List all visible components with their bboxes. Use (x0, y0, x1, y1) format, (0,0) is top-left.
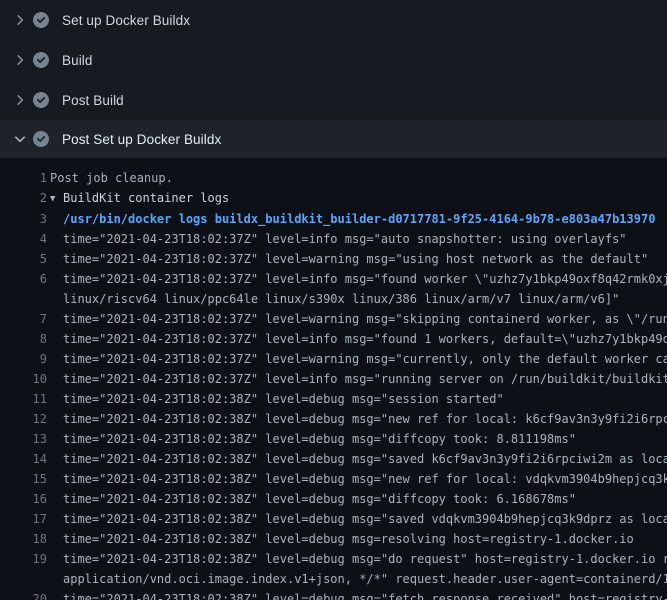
log-line: 3/usr/bin/docker logs buildx_buildkit_bu… (0, 209, 667, 229)
log-line-text: time="2021-04-23T18:02:37Z" level=warnin… (47, 309, 667, 329)
log-line: 14time="2021-04-23T18:02:38Z" level=debu… (0, 449, 667, 469)
log-line-number[interactable]: 18 (0, 529, 47, 549)
step-header-post-build[interactable]: Post Build (0, 80, 667, 120)
step-label: Post Set up Docker Buildx (62, 132, 221, 147)
log-viewer: 1Post job cleanup.2▼BuildKit container l… (0, 158, 667, 600)
log-line-text: time="2021-04-23T18:02:37Z" level=info m… (47, 269, 667, 289)
chevron-down-icon[interactable] (12, 131, 28, 147)
log-line: 20time="2021-04-23T18:02:38Z" level=debu… (0, 589, 667, 600)
log-line-number[interactable]: 20 (0, 589, 47, 600)
log-line-number[interactable]: 1 (0, 168, 47, 188)
log-line-text: time="2021-04-23T18:02:38Z" level=debug … (47, 529, 634, 549)
log-line: 13time="2021-04-23T18:02:38Z" level=debu… (0, 429, 667, 449)
log-line: 1Post job cleanup. (0, 168, 667, 188)
log-line-text: time="2021-04-23T18:02:38Z" level=debug … (47, 449, 667, 469)
log-line-number[interactable]: 5 (0, 249, 47, 269)
log-line: 8time="2021-04-23T18:02:37Z" level=info … (0, 329, 667, 349)
log-line-text: time="2021-04-23T18:02:38Z" level=debug … (47, 489, 576, 509)
log-line-continuation: linux/riscv64 linux/ppc64le linux/s390x … (0, 289, 667, 309)
log-line-text: time="2021-04-23T18:02:38Z" level=debug … (47, 549, 667, 569)
log-line: 7time="2021-04-23T18:02:37Z" level=warni… (0, 309, 667, 329)
steps-list: Set up Docker Buildx Build Post Build Po… (0, 0, 667, 158)
log-line: 11time="2021-04-23T18:02:38Z" level=debu… (0, 389, 667, 409)
log-line-number[interactable]: 14 (0, 449, 47, 469)
log-line-text: time="2021-04-23T18:02:38Z" level=debug … (47, 389, 504, 409)
log-line-text: time="2021-04-23T18:02:37Z" level=warnin… (47, 349, 667, 369)
log-line-text: Post job cleanup. (47, 168, 173, 188)
chevron-right-icon[interactable] (12, 52, 28, 68)
log-line: 12time="2021-04-23T18:02:38Z" level=debu… (0, 409, 667, 429)
log-line-number[interactable]: 11 (0, 389, 47, 409)
step-header-build[interactable]: Build (0, 40, 667, 80)
group-toggle-icon[interactable]: ▼ (50, 189, 60, 209)
log-line: 5time="2021-04-23T18:02:37Z" level=warni… (0, 249, 667, 269)
log-line-number[interactable]: 8 (0, 329, 47, 349)
group-header-label: BuildKit container logs (63, 191, 229, 205)
log-line-text: time="2021-04-23T18:02:38Z" level=debug … (47, 469, 667, 489)
log-line-text: time="2021-04-23T18:02:37Z" level=info m… (47, 369, 667, 389)
log-line-number[interactable]: 2 (0, 188, 47, 209)
log-line-number (0, 289, 47, 309)
log-line-number (0, 569, 47, 589)
check-circle-icon (33, 52, 49, 68)
log-line: 4time="2021-04-23T18:02:37Z" level=info … (0, 229, 667, 249)
log-command-text: /usr/bin/docker logs buildx_buildkit_bui… (47, 209, 655, 229)
check-circle-icon (33, 92, 49, 108)
log-line-number[interactable]: 3 (0, 209, 47, 229)
step-label: Set up Docker Buildx (62, 13, 190, 28)
log-line-number[interactable]: 15 (0, 469, 47, 489)
log-line-text: time="2021-04-23T18:02:38Z" level=debug … (47, 429, 576, 449)
log-group-header-text: ▼BuildKit container logs (47, 188, 229, 209)
log-line: 6time="2021-04-23T18:02:37Z" level=info … (0, 269, 667, 289)
log-line-text: linux/riscv64 linux/ppc64le linux/s390x … (47, 289, 619, 309)
check-circle-icon (33, 12, 49, 28)
log-line-number[interactable]: 10 (0, 369, 47, 389)
log-line: 18time="2021-04-23T18:02:38Z" level=debu… (0, 529, 667, 549)
step-label: Post Build (62, 93, 124, 108)
log-line: 2▼BuildKit container logs (0, 188, 667, 209)
log-line: 16time="2021-04-23T18:02:38Z" level=debu… (0, 489, 667, 509)
log-line-text: time="2021-04-23T18:02:37Z" level=info m… (47, 229, 627, 249)
log-line-continuation: application/vnd.oci.image.index.v1+json,… (0, 569, 667, 589)
log-line-text: time="2021-04-23T18:02:37Z" level=info m… (47, 329, 667, 349)
log-line-number[interactable]: 17 (0, 509, 47, 529)
step-header-set-up-docker-buildx[interactable]: Set up Docker Buildx (0, 0, 667, 40)
log-line: 19time="2021-04-23T18:02:38Z" level=debu… (0, 549, 667, 569)
step-header-post-set-up-docker-buildx[interactable]: Post Set up Docker Buildx (0, 120, 667, 158)
check-circle-icon (33, 131, 49, 147)
log-line: 9time="2021-04-23T18:02:37Z" level=warni… (0, 349, 667, 369)
log-line-number[interactable]: 16 (0, 489, 47, 509)
log-line-text: time="2021-04-23T18:02:38Z" level=debug … (47, 409, 667, 429)
log-line: 17time="2021-04-23T18:02:38Z" level=debu… (0, 509, 667, 529)
log-line: 10time="2021-04-23T18:02:37Z" level=info… (0, 369, 667, 389)
chevron-right-icon[interactable] (12, 92, 28, 108)
log-line-text: application/vnd.oci.image.index.v1+json,… (47, 569, 667, 589)
log-line-number[interactable]: 12 (0, 409, 47, 429)
log-line-number[interactable]: 9 (0, 349, 47, 369)
log-line-number[interactable]: 13 (0, 429, 47, 449)
log-line-text: time="2021-04-23T18:02:38Z" level=debug … (47, 509, 667, 529)
log-line-number[interactable]: 6 (0, 269, 47, 289)
log-line-number[interactable]: 7 (0, 309, 47, 329)
log-line: 15time="2021-04-23T18:02:38Z" level=debu… (0, 469, 667, 489)
chevron-right-icon[interactable] (12, 12, 28, 28)
log-line-number[interactable]: 4 (0, 229, 47, 249)
step-label: Build (62, 53, 93, 68)
log-line-text: time="2021-04-23T18:02:37Z" level=warnin… (47, 249, 648, 269)
log-line-text: time="2021-04-23T18:02:38Z" level=debug … (47, 589, 667, 600)
log-line-number[interactable]: 19 (0, 549, 47, 569)
